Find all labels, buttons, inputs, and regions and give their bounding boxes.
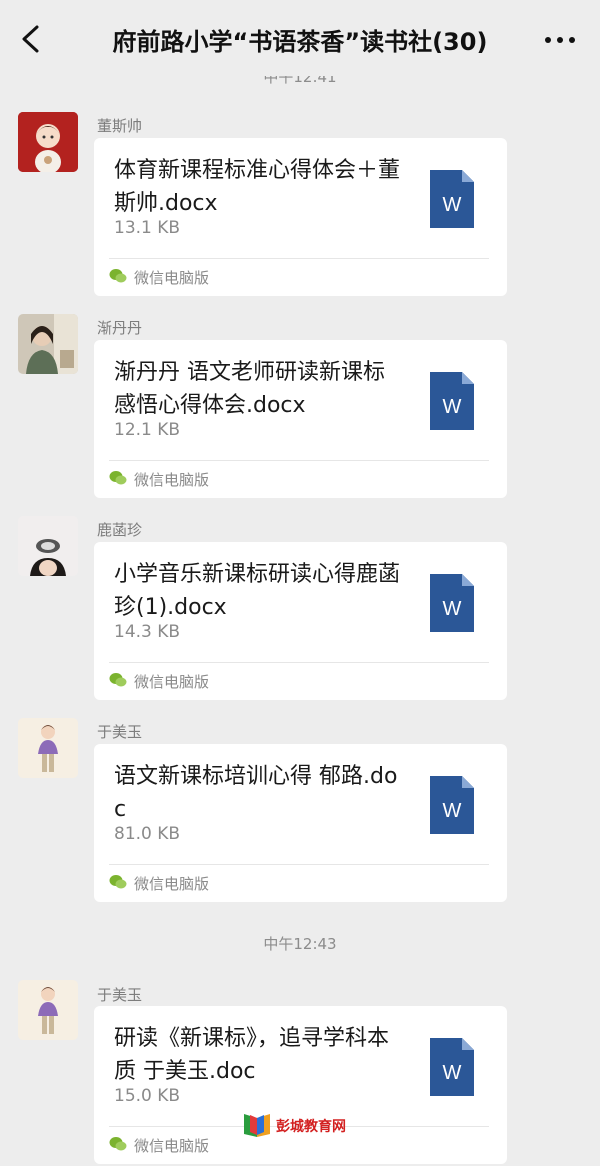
word-doc-icon: W: [430, 574, 474, 632]
file-size: 13.1 KB: [114, 218, 181, 238]
source-label: 微信电脑版: [134, 1137, 210, 1155]
sender-avatar[interactable]: [18, 112, 78, 172]
card-divider: [109, 662, 489, 663]
source-label: 微信电脑版: [134, 269, 210, 287]
avatar-cartoon-purple-icon: [18, 980, 78, 1040]
avatar-cartoon-purple-icon: [18, 718, 78, 778]
word-doc-icon: W: [430, 776, 474, 834]
sender-name: 董斯帅: [97, 117, 143, 135]
svg-text:W: W: [443, 800, 462, 822]
wechat-icon: [109, 269, 127, 283]
source-label: 微信电脑版: [134, 875, 210, 893]
avatar-photo-dog-icon: [18, 516, 78, 576]
file-name: 渐丹丹 语文老师研读新课标感悟心得体会.docx: [114, 360, 385, 418]
file-size: 14.3 KB: [114, 622, 181, 642]
word-doc-icon: W: [430, 1038, 474, 1096]
avatar-cartoon-girl-icon: [18, 112, 78, 172]
sender-name: 于美玉: [97, 723, 143, 741]
source-label: 微信电脑版: [134, 471, 210, 489]
sender-name: 鹿菡珍: [97, 521, 143, 539]
sender-avatar[interactable]: [18, 516, 78, 576]
file-message-card[interactable]: 语文新课标培训心得 郁路.doc 81.0 KB W 微信电脑版: [94, 744, 507, 902]
file-message-card[interactable]: 小学音乐新课标研读心得鹿菡珍(1).docx 14.3 KB W 微信电脑版: [94, 542, 507, 700]
timestamp: 中午12:43: [263, 935, 337, 953]
file-size: 15.0 KB: [114, 1086, 181, 1106]
svg-text:W: W: [443, 1062, 462, 1084]
back-arrow-icon[interactable]: [18, 24, 46, 54]
file-name: 小学音乐新课标研读心得鹿菡珍(1).docx: [114, 562, 401, 620]
sender-avatar[interactable]: [18, 718, 78, 778]
group-chat-title: 府前路小学“书语茶香”读书社(30): [112, 28, 488, 56]
file-name: 体育新课程标准心得体会＋董斯帅.docx: [114, 158, 401, 216]
avatar-photo-woman-icon: [18, 314, 78, 374]
card-divider: [109, 258, 489, 259]
sender-avatar[interactable]: [18, 980, 78, 1040]
sender-name: 渐丹丹: [97, 319, 143, 337]
card-divider: [109, 460, 489, 461]
watermark-text: 彭城教育网: [276, 1119, 346, 1135]
file-message-card[interactable]: 渐丹丹 语文老师研读新课标感悟心得体会.docx 12.1 KB W 微信电脑版: [94, 340, 507, 498]
file-message-card[interactable]: 研读《新课标》，追寻学科本质 于美玉.doc 15.0 KB W 微信电脑版: [94, 1006, 507, 1164]
source-label: 微信电脑版: [134, 673, 210, 691]
svg-text:W: W: [443, 396, 462, 418]
wechat-icon: [109, 875, 127, 889]
card-divider: [109, 864, 489, 865]
svg-text:W: W: [443, 598, 462, 620]
book-logo-icon: [244, 1114, 270, 1137]
sender-name: 于美玉: [97, 986, 143, 1004]
more-options-icon[interactable]: [542, 26, 578, 54]
wechat-icon: [109, 673, 127, 687]
sender-avatar[interactable]: [18, 314, 78, 374]
wechat-icon: [109, 1137, 127, 1151]
file-name: 语文新课标培训心得 郁路.doc: [114, 764, 398, 822]
file-size: 81.0 KB: [114, 824, 181, 844]
file-name: 研读《新课标》，追寻学科本质 于美玉.doc: [114, 1026, 390, 1084]
word-doc-icon: W: [430, 372, 474, 430]
chat-header: 府前路小学“书语茶香”读书社(30): [0, 0, 600, 76]
file-message-card[interactable]: 体育新课程标准心得体会＋董斯帅.docx 13.1 KB W 微信电脑版: [94, 138, 507, 296]
wechat-icon: [109, 471, 127, 485]
svg-text:W: W: [443, 194, 462, 216]
file-size: 12.1 KB: [114, 420, 181, 440]
word-doc-icon: W: [430, 170, 474, 228]
